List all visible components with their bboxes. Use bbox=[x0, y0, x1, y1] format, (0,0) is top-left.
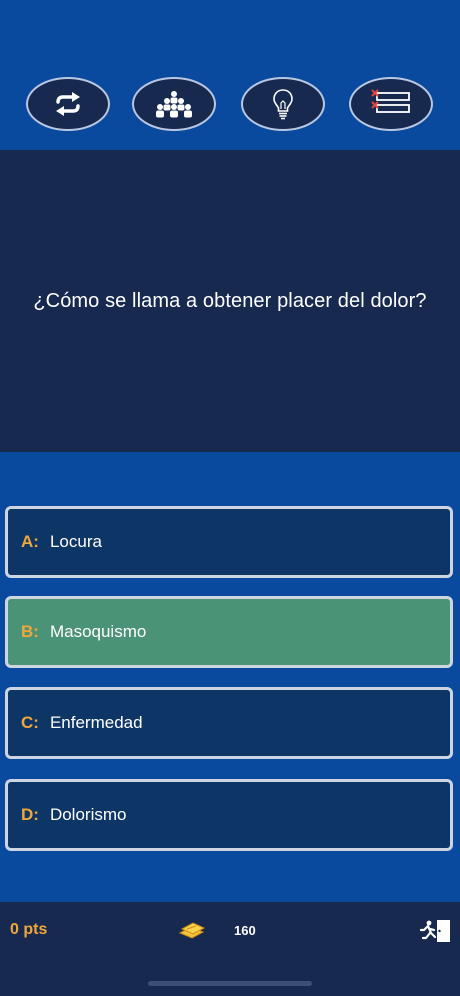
question-text: ¿Cómo se llama a obtener placer del dolo… bbox=[33, 290, 427, 312]
coins-value: 160 bbox=[234, 923, 256, 938]
answer-letter: D: bbox=[21, 805, 39, 824]
exit-icon[interactable] bbox=[419, 919, 452, 948]
remove-answers-icon bbox=[371, 89, 411, 119]
answer-text: Dolorismo bbox=[49, 805, 127, 824]
coins-icon bbox=[178, 922, 206, 945]
answer-letter: C: bbox=[21, 713, 39, 732]
answer-text: Locura bbox=[49, 532, 102, 551]
bottom-bar: 0 pts 160 bbox=[0, 902, 460, 996]
answer-letter: A: bbox=[21, 532, 39, 551]
answer-letter: B: bbox=[21, 622, 39, 641]
question-panel: ¿Cómo se llama a obtener placer del dolo… bbox=[0, 150, 460, 452]
answer-option-c[interactable]: C: Enfermedad bbox=[5, 687, 453, 759]
ask-audience-button[interactable] bbox=[132, 77, 216, 131]
answer-option-a[interactable]: A: Locura bbox=[5, 506, 453, 578]
answer-option-b[interactable]: B: Masoquismo bbox=[5, 596, 453, 668]
lifelines-bar bbox=[0, 0, 460, 150]
points-label: 0 pts bbox=[10, 921, 48, 938]
hint-button[interactable] bbox=[241, 77, 325, 131]
audience-icon bbox=[155, 90, 193, 118]
home-indicator bbox=[148, 981, 312, 986]
lightbulb-icon bbox=[272, 88, 294, 120]
swap-arrows-icon bbox=[53, 92, 83, 116]
swap-question-button[interactable] bbox=[26, 77, 110, 131]
fifty-fifty-button[interactable] bbox=[349, 77, 433, 131]
answer-text: Masoquismo bbox=[49, 622, 147, 641]
answer-option-d[interactable]: D: Dolorismo bbox=[5, 779, 453, 851]
answer-text: Enfermedad bbox=[49, 713, 143, 732]
